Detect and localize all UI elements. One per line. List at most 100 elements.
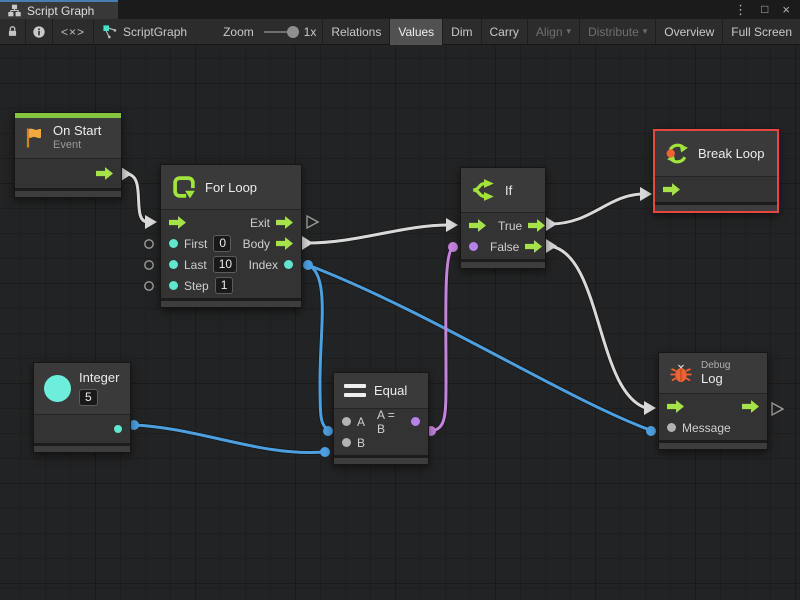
node-if[interactable]: If True False	[460, 167, 546, 269]
window-controls: ⋮ □ ×	[734, 0, 800, 19]
carry-button[interactable]: Carry	[482, 19, 527, 45]
align-dropdown[interactable]: Align▾	[528, 19, 579, 45]
tab-bar: Script Graph ⋮ □ ×	[0, 0, 800, 19]
node-equal[interactable]: Equal A A = B B	[333, 372, 429, 465]
port-label-b: B	[357, 436, 365, 450]
exit-output-arrow[interactable]	[276, 216, 293, 229]
port-label-false: False	[490, 240, 519, 254]
port-label-body: Body	[243, 237, 270, 251]
window-menu-icon[interactable]: ⋮	[734, 0, 747, 19]
zoom-slider-handle[interactable]	[287, 26, 299, 38]
port-label-index: Index	[249, 258, 278, 272]
node-title: On Start	[53, 124, 101, 139]
message-input-dot[interactable]	[667, 423, 676, 432]
step-input-dot[interactable]	[169, 281, 178, 290]
port-label-exit: Exit	[250, 216, 270, 230]
node-title: Break Loop	[698, 146, 765, 161]
condition-input-dot[interactable]	[469, 242, 478, 251]
for-loop-icon	[171, 174, 197, 200]
first-input-dot[interactable]	[169, 239, 178, 248]
graph-name-label: ScriptGraph	[123, 25, 187, 39]
b-input-dot[interactable]	[342, 438, 351, 447]
bug-icon	[669, 361, 693, 385]
node-break-loop[interactable]: Break Loop	[653, 129, 779, 213]
node-footer	[461, 259, 545, 268]
last-input-dot[interactable]	[169, 260, 178, 269]
graph-canvas[interactable]: On Start Event For Loop	[0, 46, 800, 600]
flow-input-arrow[interactable]	[663, 183, 680, 196]
node-debug-log[interactable]: Debug Log Message	[658, 352, 768, 450]
wire-false-to-debuglog	[550, 246, 646, 408]
flow-output-arrow[interactable]	[742, 400, 759, 413]
port-label-a: A	[357, 415, 365, 429]
node-title: Integer	[79, 371, 119, 386]
relations-button[interactable]: Relations	[323, 19, 389, 45]
node-footer	[334, 455, 428, 464]
script-graph-window: Script Graph ⋮ □ × <×>	[0, 0, 800, 600]
false-output-arrow[interactable]	[525, 240, 542, 253]
values-button[interactable]: Values	[390, 19, 442, 45]
if-branch-icon	[471, 177, 497, 203]
node-footer	[659, 440, 767, 449]
result-output-dot[interactable]	[411, 417, 420, 426]
port-label-result: A = B	[377, 408, 405, 436]
script-graph-icon	[102, 24, 117, 39]
maximize-icon[interactable]: □	[761, 0, 768, 19]
break-loop-icon	[665, 141, 690, 166]
info-button[interactable]	[26, 19, 52, 45]
fullscreen-button[interactable]: Full Screen	[723, 19, 800, 45]
wire-layer	[0, 0, 800, 600]
flow-input-arrow[interactable]	[169, 216, 186, 229]
body-output-arrow[interactable]	[276, 237, 293, 250]
dim-button[interactable]: Dim	[443, 19, 480, 45]
wire-equal-to-if-false	[431, 248, 452, 431]
distribute-dropdown[interactable]: Distribute▾	[580, 19, 655, 45]
node-footer	[161, 298, 301, 307]
last-value-field[interactable]: 10	[213, 256, 237, 273]
zoom-slider[interactable]	[264, 31, 296, 33]
info-icon	[32, 25, 46, 39]
integer-type-icon	[44, 375, 71, 402]
wire-integer-to-equal-b	[134, 425, 324, 453]
flow-output-arrow[interactable]	[96, 167, 113, 180]
equal-icon	[344, 384, 366, 397]
chevron-down-icon: ▾	[567, 26, 572, 37]
lock-icon	[6, 25, 19, 38]
zoom-value: 1x	[304, 25, 317, 39]
wire-index-to-equal-a	[308, 265, 328, 430]
index-output-dot[interactable]	[284, 260, 293, 269]
code-icon: <×>	[61, 25, 85, 39]
node-for-loop[interactable]: For Loop Exit First 0 Body	[160, 164, 302, 308]
port-label-first: First	[184, 237, 207, 251]
graph-tree-icon	[8, 4, 21, 17]
first-value-field[interactable]: 0	[213, 235, 230, 252]
flow-input-arrow[interactable]	[469, 219, 486, 232]
node-on-start[interactable]: On Start Event	[14, 112, 122, 198]
node-title: Equal	[374, 383, 407, 398]
edit-graph-button[interactable]: <×>	[53, 19, 93, 45]
flag-icon	[25, 127, 45, 149]
node-title: For Loop	[205, 180, 257, 195]
step-value-field[interactable]: 1	[215, 277, 234, 294]
node-footer	[34, 443, 130, 452]
a-input-dot[interactable]	[342, 417, 351, 426]
node-footer	[655, 202, 777, 211]
tab-script-graph[interactable]: Script Graph	[0, 0, 118, 19]
port-label-message: Message	[682, 421, 731, 435]
overview-button[interactable]: Overview	[656, 19, 722, 45]
node-title: Log	[701, 372, 730, 387]
node-title: If	[505, 183, 512, 198]
integer-value-field[interactable]: 5	[79, 389, 98, 406]
zoom-label: Zoom	[223, 25, 254, 39]
port-label-step: Step	[184, 279, 209, 293]
true-output-arrow[interactable]	[528, 219, 545, 232]
tab-title: Script Graph	[27, 4, 94, 18]
flow-input-arrow[interactable]	[667, 400, 684, 413]
node-integer[interactable]: Integer 5	[33, 362, 131, 453]
lock-button[interactable]	[0, 19, 25, 45]
graph-name-button[interactable]: ScriptGraph	[94, 19, 195, 45]
node-footer	[15, 188, 121, 197]
integer-output-dot[interactable]	[114, 425, 122, 433]
node-subtitle: Event	[53, 139, 101, 152]
close-icon[interactable]: ×	[782, 0, 790, 19]
